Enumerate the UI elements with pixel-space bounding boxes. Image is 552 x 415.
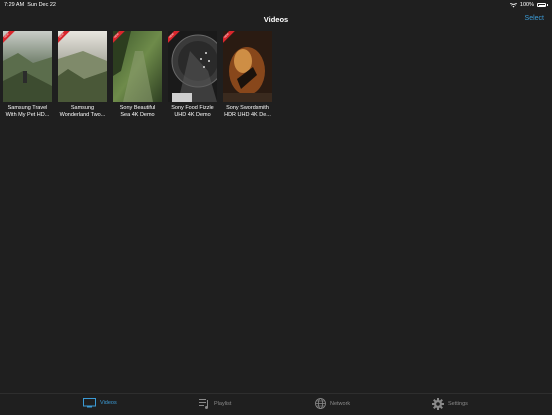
page-title: Videos [263,15,289,24]
tab-label: Network [330,400,351,407]
tab-network[interactable]: Network [315,398,350,409]
video-title: Sony Food Fizzle UHD 4K Demo [171,105,214,118]
tab-label: Playlist [214,400,232,407]
tab-label: Settings [448,401,468,407]
video-tile[interactable]: NEW Sony Food Fizzle UHD 4K Demo [168,31,217,118]
battery-icon [537,3,546,7]
status-indicators: 100% [509,2,548,8]
video-title: Sony Swordsmith HDR UHD 4K De... [224,105,271,118]
tab-videos[interactable]: Videos [83,398,117,408]
battery-percent: 100% [519,2,534,8]
playlist-icon [199,398,210,409]
video-title: Sony Beautiful Sea 4K Demo [119,105,156,118]
globe-icon [315,398,326,409]
video-thumbnail: NEW [113,31,162,102]
video-title: Samsung Wonderland Two... [59,105,106,118]
video-thumbnail: NEW [223,31,272,102]
video-tile[interactable]: NEW Sony Beautiful Sea 4K Demo [113,31,162,118]
video-tile[interactable]: NEW Samsung Travel With My Pet HD... [3,31,52,118]
video-thumbnail: NEW [168,31,217,102]
tab-playlist[interactable]: Playlist [199,398,231,409]
video-thumbnail: NEW [3,31,52,102]
select-button[interactable]: Select [525,15,544,22]
tab-settings[interactable]: Settings [432,398,468,410]
video-grid: NEW Samsung Travel With My Pet HD... NEW … [3,31,272,118]
status-time-date: 7:29 AM Sun Dec 22 [4,2,56,8]
status-bar: 7:29 AM Sun Dec 22 100% [0,0,552,10]
status-date: Sun Dec 22 [27,2,56,8]
status-time: 7:29 AM [4,2,25,8]
gear-icon [432,398,444,410]
tv-icon [83,398,96,408]
tab-bar: Videos Playlist Network Settings [0,393,552,415]
video-thumbnail: NEW [58,31,107,102]
nav-bar: Videos Select [0,10,552,30]
video-tile[interactable]: NEW Sony Swordsmith HDR UHD 4K De... [223,31,272,118]
video-tile[interactable]: NEW Samsung Wonderland Two... [58,31,107,118]
battery-tip [547,4,548,6]
tab-label: Videos [100,400,117,406]
video-title: Samsung Travel With My Pet HD... [5,105,50,118]
wifi-icon [509,2,517,7]
